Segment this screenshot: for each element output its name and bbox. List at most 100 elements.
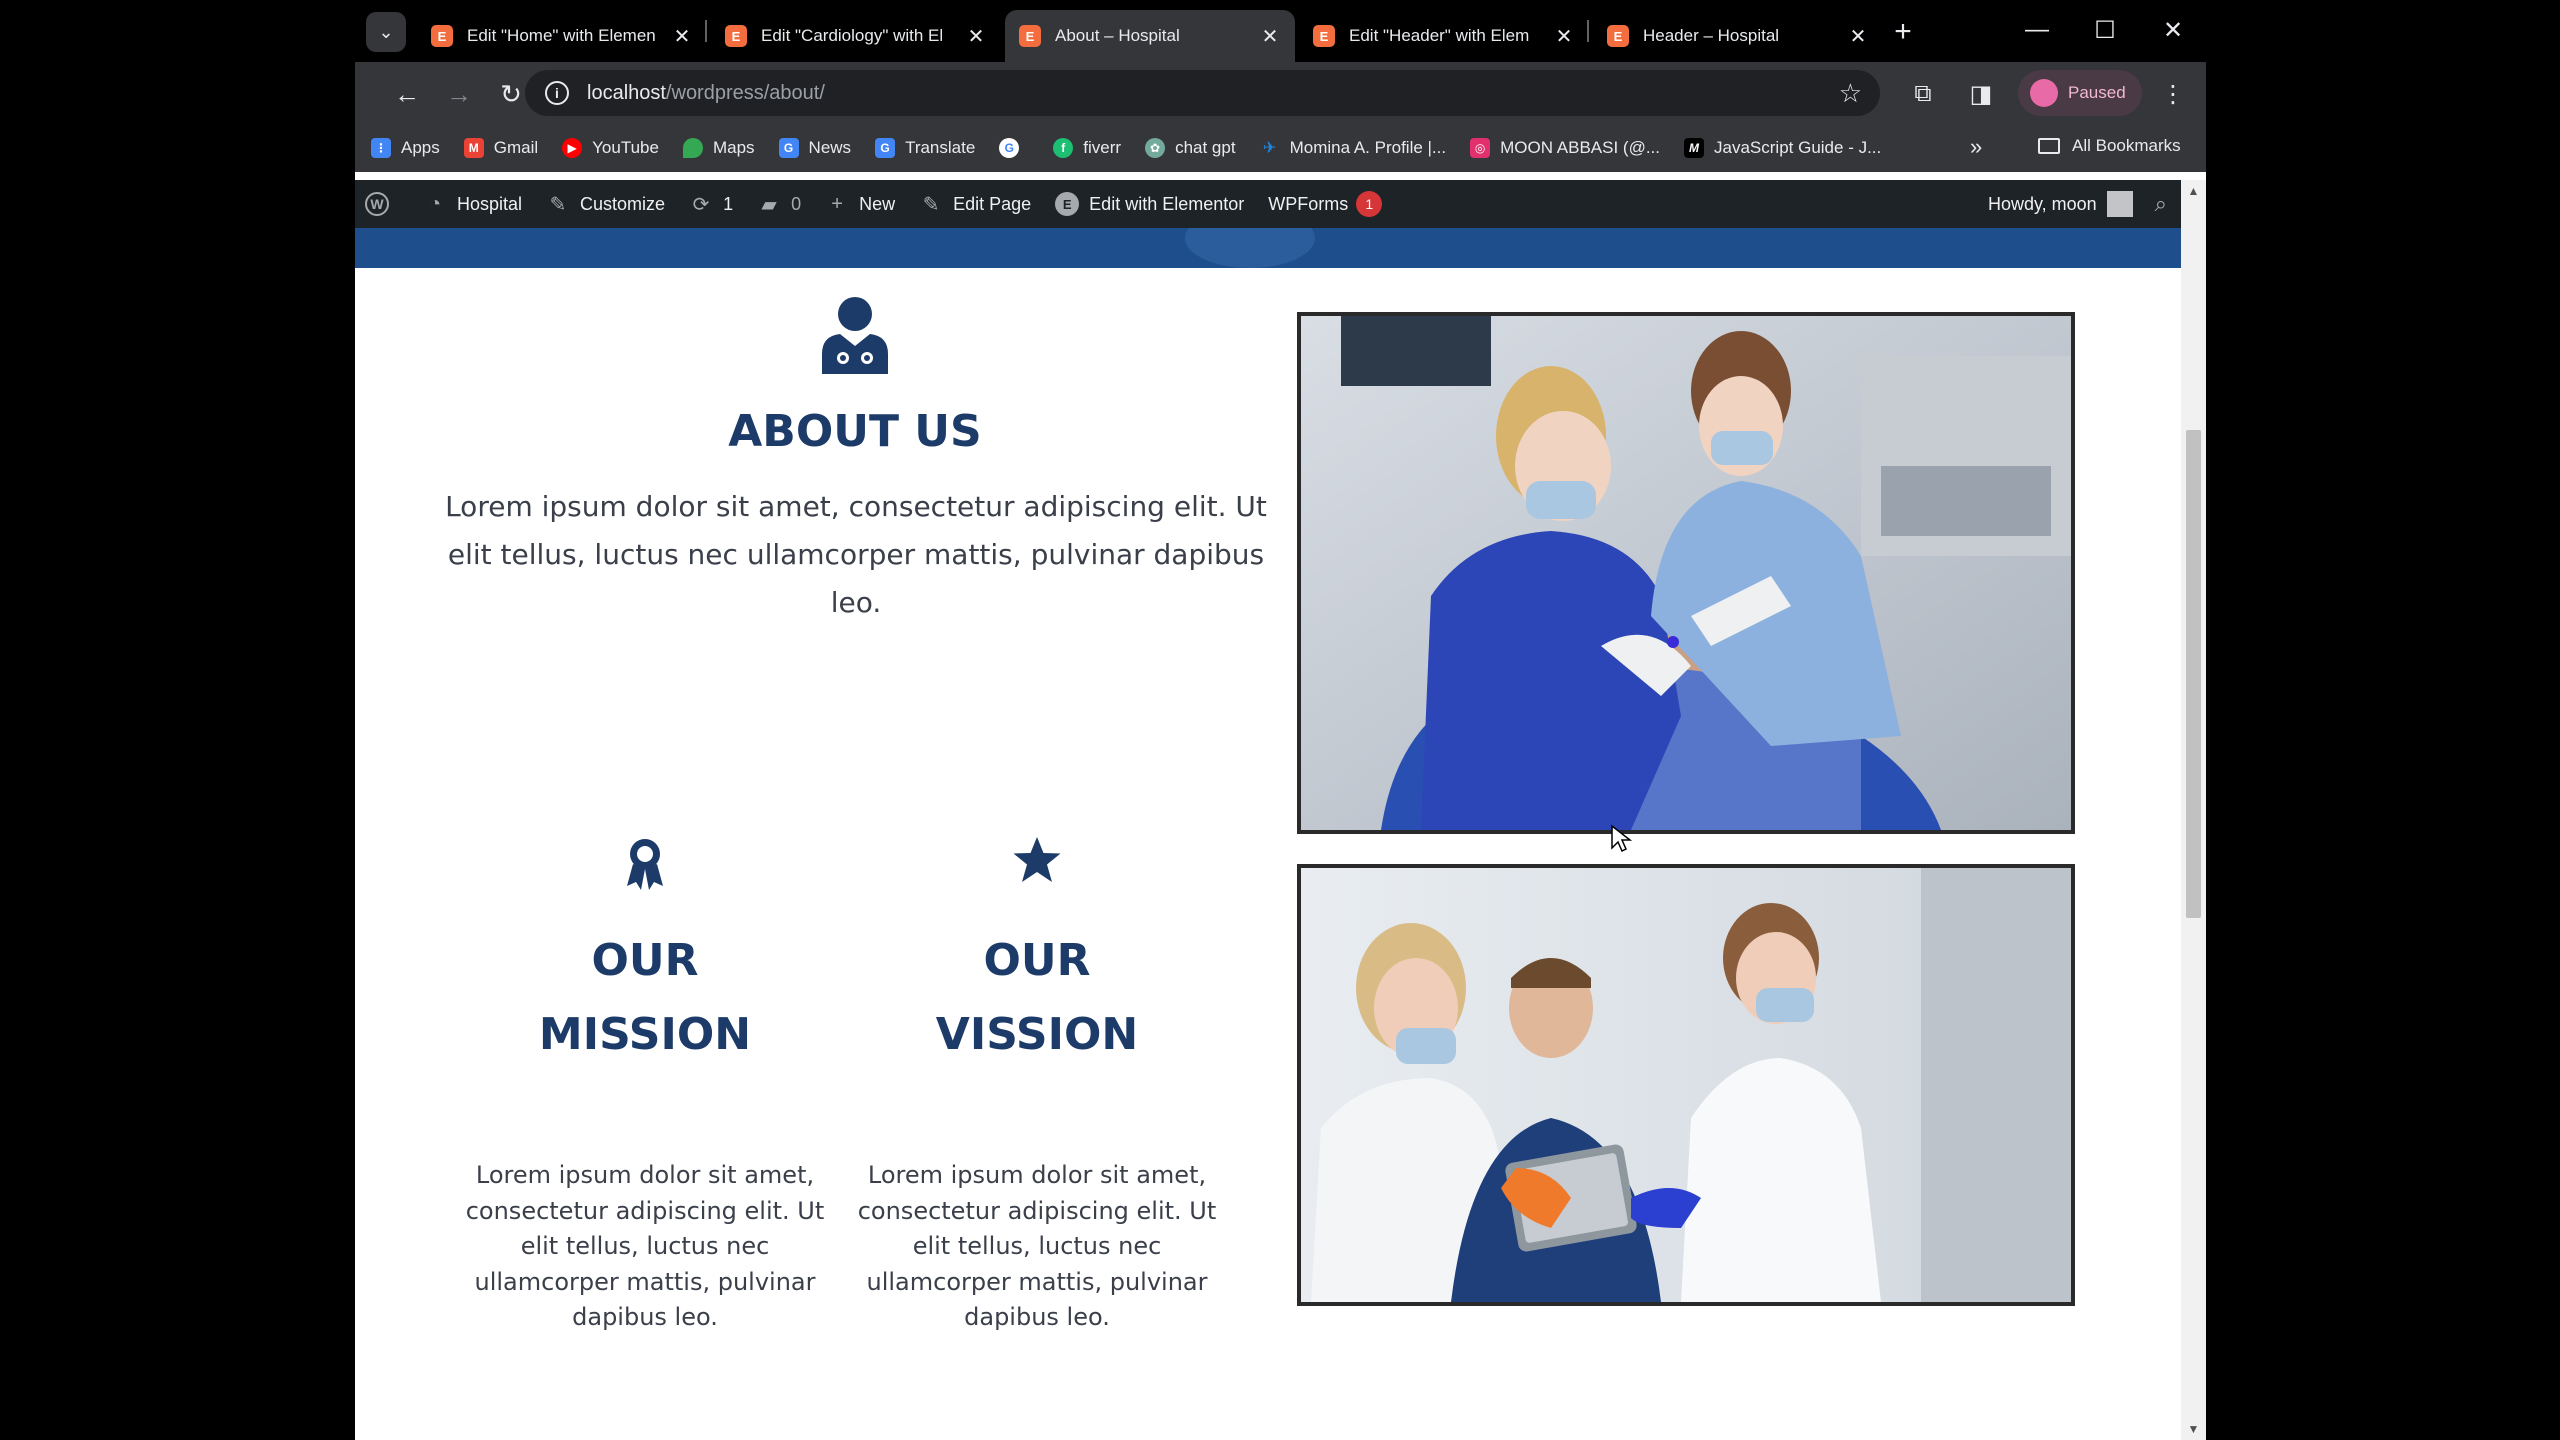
scroll-down-icon[interactable]: ▼ — [2181, 1422, 2206, 1436]
wpforms-link[interactable]: WPForms 1 — [1268, 191, 1383, 217]
comment-icon: ▰ — [761, 193, 777, 216]
bookmark-label: MOON ABBASI (@... — [1500, 138, 1661, 157]
bookmark-star-icon[interactable]: ☆ — [1839, 78, 1862, 109]
bookmark-maps[interactable]: Maps — [682, 138, 755, 158]
bookmark-label: Translate — [905, 138, 976, 157]
all-bookmarks-label: All Bookmarks — [2072, 136, 2181, 155]
hero-band — [355, 228, 2181, 268]
dashboard-icon: ◔ — [428, 192, 442, 215]
comments-count: 0 — [791, 193, 802, 214]
url-path: /wordpress/about/ — [665, 81, 825, 104]
star-icon — [1013, 837, 1061, 882]
profile-button[interactable]: Paused — [2018, 70, 2142, 116]
close-tab-icon[interactable]: ✕ — [965, 24, 987, 49]
new-tab-button[interactable]: + — [1885, 14, 1921, 50]
edit-page-link[interactable]: ✎ Edit Page — [919, 192, 1031, 216]
browser-window: ⌄ E Edit "Home" with Elemen ✕ E Edit "Ca… — [355, 0, 2206, 1440]
our-vision-text: Lorem ipsum dolor sit amet, consectetur … — [857, 1161, 1217, 1331]
plus-icon: + — [831, 192, 843, 215]
bookmark-label: JavaScript Guide - J... — [1714, 138, 1882, 157]
bookmark-instagram[interactable]: ◎ MOON ABBASI (@... — [1470, 138, 1660, 158]
close-tab-icon[interactable]: ✕ — [671, 24, 693, 49]
bookmark-google[interactable]: G — [999, 138, 1029, 158]
elementor-icon: E — [1607, 25, 1629, 47]
updates-icon: ⟳ — [692, 193, 710, 216]
tab-strip: ⌄ E Edit "Home" with Elemen ✕ E Edit "Ca… — [355, 0, 2206, 62]
news-icon: G — [778, 138, 799, 158]
tab-about-hospital[interactable]: E About – Hospital ✕ — [1005, 10, 1295, 62]
maps-icon — [682, 138, 703, 158]
customize-label: Customize — [580, 193, 666, 214]
site-info-icon[interactable]: i — [545, 81, 569, 105]
maximize-icon[interactable]: ☐ — [2075, 10, 2135, 50]
page-scrollbar[interactable]: ▲ ▼ — [2181, 180, 2206, 1440]
bookmark-label: Maps — [712, 138, 755, 157]
our-mission-heading: OUR MISSION — [538, 935, 752, 1060]
bookmark-translate[interactable]: G Translate — [875, 138, 975, 158]
edit-page-label: Edit Page — [953, 193, 1032, 214]
comments-link[interactable]: ▰ 0 — [757, 192, 801, 216]
bookmarks-bar: ⋮ Apps M Gmail ▶ YouTube Maps G News G Transl… — [355, 124, 2206, 172]
mdn-icon: M — [1684, 138, 1705, 158]
wp-admin-bar: W ◔ Hospital ✎ Customize ⟳ 1 ▰ 0 + New ✎ Edit … — [355, 180, 2181, 228]
tab-edit-cardiology[interactable]: E Edit "Cardiology" with El ✕ — [711, 10, 1001, 62]
brush-icon: ✎ — [549, 193, 567, 216]
customize-link[interactable]: ✎ Customize — [546, 192, 665, 216]
tab-edit-header[interactable]: E Edit "Header" with Elem ✕ — [1299, 10, 1589, 62]
tab-divider — [705, 20, 707, 42]
elementor-icon: E — [725, 25, 747, 47]
updates-link[interactable]: ⟳ 1 — [689, 192, 733, 216]
search-icon[interactable]: ⌕ — [2155, 191, 2167, 217]
all-bookmarks-button[interactable]: All Bookmarks — [2038, 136, 2181, 156]
user-avatar[interactable] — [2106, 191, 2133, 217]
elementor-icon: E — [1055, 192, 1080, 216]
extensions-icon[interactable]: ⧉ — [1905, 76, 1941, 112]
back-icon[interactable]: ← — [387, 74, 427, 114]
site-name-link[interactable]: ◔ Hospital — [423, 192, 522, 216]
dental-team-with-tablet-image — [1297, 864, 2075, 1306]
tab-header-hospital[interactable]: E Header – Hospital ✕ — [1593, 10, 1883, 62]
tab-search-button[interactable]: ⌄ — [366, 12, 406, 52]
close-window-icon[interactable]: ✕ — [2143, 10, 2203, 50]
instagram-icon: ◎ — [1470, 138, 1491, 158]
more-bookmarks-icon[interactable]: » — [1970, 134, 1982, 160]
wp-logo-button[interactable]: W — [365, 192, 399, 216]
bookmark-youtube[interactable]: ▶ YouTube — [562, 138, 659, 158]
new-content-link[interactable]: + New — [825, 192, 895, 216]
tab-title: Edit "Header" with Elem — [1349, 26, 1530, 45]
close-tab-icon[interactable]: ✕ — [1259, 24, 1281, 49]
bookmark-label: Apps — [401, 138, 440, 157]
tab-title: Edit "Home" with Elemen — [467, 26, 656, 45]
menu-kebab-icon[interactable]: ⋮ — [2155, 76, 2191, 112]
close-tab-icon[interactable]: ✕ — [1847, 24, 1869, 49]
close-tab-icon[interactable]: ✕ — [1553, 24, 1575, 49]
bookmark-fiverr[interactable]: f fiverr — [1053, 138, 1121, 158]
scroll-up-icon[interactable]: ▲ — [2181, 184, 2206, 198]
youtube-icon: ▶ — [562, 138, 583, 158]
doctor-icon — [822, 297, 888, 374]
bookmark-news[interactable]: G News — [778, 138, 852, 158]
elementor-icon: E — [431, 25, 453, 47]
bookmark-label: Momina A. Profile |... — [1289, 138, 1447, 157]
bookmark-mdn[interactable]: M JavaScript Guide - J... — [1684, 138, 1881, 158]
side-panel-icon[interactable]: ◨ — [1963, 76, 1999, 112]
wpforms-badge: 1 — [1356, 191, 1383, 217]
bookmark-chatgpt[interactable]: ✿ chat gpt — [1145, 138, 1236, 158]
address-bar[interactable]: i localhost/wordpress/about/ ☆ — [525, 70, 1880, 116]
bookmark-label: Gmail — [493, 138, 539, 157]
tab-edit-home[interactable]: E Edit "Home" with Elemen ✕ — [417, 10, 707, 62]
our-vision-heading: OUR VISSION — [935, 935, 1139, 1060]
howdy-user-link[interactable]: Howdy, moon — [1988, 194, 2097, 215]
edit-with-elementor-link[interactable]: E Edit with Elementor — [1055, 192, 1244, 216]
minimize-icon[interactable]: — — [2007, 10, 2067, 50]
bookmark-gmail[interactable]: M Gmail — [463, 138, 539, 158]
bookmark-label: News — [808, 138, 852, 157]
bookmark-upwork[interactable]: ✈ Momina A. Profile |... — [1260, 138, 1447, 158]
scrollbar-thumb[interactable] — [2186, 430, 2201, 918]
elementor-icon: E — [1313, 25, 1335, 47]
about-us-text: Lorem ipsum dolor sit amet, consectetur … — [445, 490, 1267, 619]
apps-grid-icon: ⋮ — [371, 138, 391, 158]
page-viewport: W ◔ Hospital ✎ Customize ⟳ 1 ▰ 0 + New ✎ Edit … — [355, 172, 2206, 1440]
bookmark-apps[interactable]: ⋮ Apps — [371, 138, 440, 158]
forward-icon[interactable]: → — [439, 74, 479, 114]
